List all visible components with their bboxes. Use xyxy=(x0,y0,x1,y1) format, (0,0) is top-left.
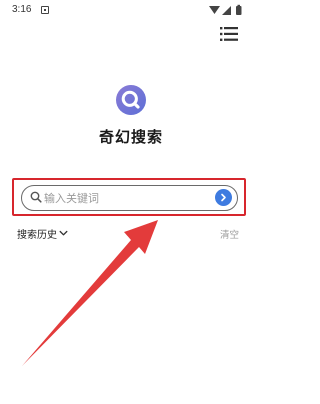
search-icon xyxy=(30,191,42,203)
app-title: 奇幻搜索 xyxy=(98,128,163,146)
chevron-down-icon xyxy=(59,230,68,235)
search-history-toggle[interactable]: 搜索历史 xyxy=(17,226,68,241)
battery-icon xyxy=(236,4,242,15)
status-time: 3:16 xyxy=(12,4,32,15)
search-bar[interactable] xyxy=(21,185,238,211)
search-input[interactable] xyxy=(44,189,204,207)
signal-icon xyxy=(222,6,231,15)
status-bar: 3:16 xyxy=(0,0,254,22)
notification-icon xyxy=(41,6,49,14)
status-icons xyxy=(209,4,242,15)
search-submit-button[interactable] xyxy=(215,189,232,206)
menu-button[interactable] xyxy=(218,24,240,44)
chevron-right-icon xyxy=(221,193,226,202)
search-history-label: 搜索历史 xyxy=(17,229,57,241)
search-logo-icon xyxy=(116,85,146,115)
clear-history-button[interactable]: 清空 xyxy=(220,227,239,241)
hamburger-menu-icon xyxy=(220,27,238,41)
wifi-icon xyxy=(209,6,220,14)
